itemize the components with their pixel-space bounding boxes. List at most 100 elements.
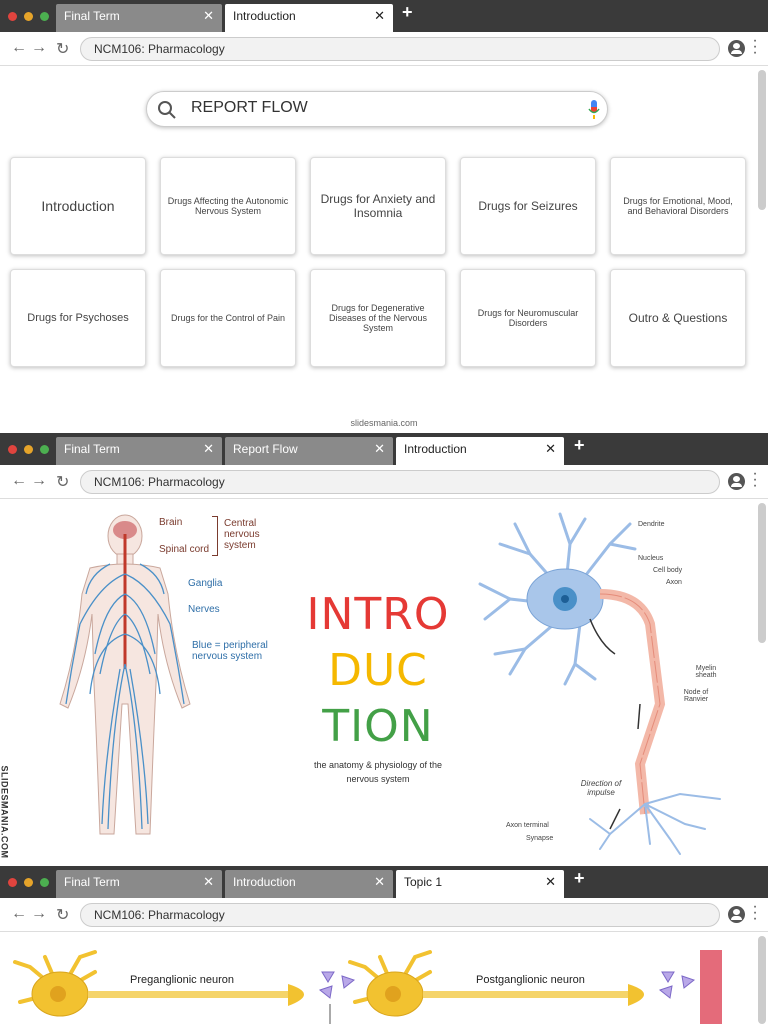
- card-label: Drugs for Seizures: [478, 199, 578, 213]
- address-bar-row: ← → ↻ NCM106: Pharmacology · · ·: [0, 32, 768, 66]
- card-psychoses[interactable]: Drugs for Psychoses: [10, 269, 146, 367]
- watermark: SLIDESMANIA.COM: [0, 765, 10, 859]
- cns-bracket: [212, 516, 218, 556]
- card-anxiety[interactable]: Drugs for Anxiety and Insomnia: [310, 157, 446, 255]
- microphone-icon[interactable]: [588, 100, 600, 120]
- forward-arrow-icon[interactable]: →: [31, 905, 47, 923]
- close-tab-icon[interactable]: ✕: [545, 437, 556, 461]
- minimize-window-icon[interactable]: [24, 445, 33, 454]
- tab-label: Report Flow: [233, 442, 298, 456]
- card-label: Drugs for Anxiety and Insomnia: [320, 192, 436, 220]
- back-arrow-icon[interactable]: ←: [11, 472, 27, 490]
- url-field[interactable]: NCM106: Pharmacology: [80, 470, 720, 494]
- search-bar[interactable]: REPORT FLOW: [146, 91, 608, 127]
- reload-icon[interactable]: ↻: [56, 472, 69, 492]
- label-preganglionic-neuron: Preganglionic neuron: [130, 974, 234, 986]
- card-autonomic[interactable]: Drugs Affecting the Autonomic Nervous Sy…: [160, 157, 296, 255]
- new-tab-icon[interactable]: +: [574, 868, 585, 889]
- label-dendrite: Dendrite: [638, 521, 665, 528]
- tab-introduction[interactable]: Introduction ✕: [396, 437, 564, 465]
- maximize-window-icon[interactable]: [40, 878, 49, 887]
- label-cell-body: Cell body: [653, 567, 683, 574]
- scrollbar-thumb[interactable]: [758, 936, 766, 1024]
- label-synapse: Synapse: [526, 835, 554, 842]
- card-degenerative[interactable]: Drugs for Degenerative Diseases of the N…: [310, 269, 446, 367]
- reload-icon[interactable]: ↻: [56, 905, 69, 925]
- menu-icon[interactable]: · · ·: [752, 33, 758, 61]
- tab-label: Final Term: [64, 875, 120, 889]
- forward-arrow-icon[interactable]: →: [31, 39, 47, 57]
- account-icon[interactable]: [728, 40, 745, 57]
- account-icon[interactable]: [728, 473, 745, 490]
- neuron-figure: [478, 512, 721, 855]
- card-label: Outro & Questions: [628, 311, 728, 325]
- tab-bar: Final Term ✕ Report Flow ✕ Introduction ✕ +: [0, 433, 768, 465]
- label-postganglionic-neuron: Postganglionic neuron: [476, 974, 585, 986]
- new-tab-icon[interactable]: +: [402, 2, 413, 23]
- card-seizures[interactable]: Drugs for Seizures: [460, 157, 596, 255]
- close-tab-icon[interactable]: ✕: [203, 4, 214, 28]
- maximize-window-icon[interactable]: [40, 12, 49, 21]
- scrollbar-thumb[interactable]: [758, 70, 766, 210]
- slide-introduction: Brain Spinal cord Central nervous system…: [0, 499, 768, 866]
- neuron-pathway-figure: [13, 950, 722, 1024]
- tab-final-term[interactable]: Final Term ✕: [56, 870, 222, 898]
- close-tab-icon[interactable]: ✕: [374, 4, 385, 28]
- card-label: Drugs for Degenerative Diseases of the N…: [328, 303, 428, 333]
- label-nucleus: Nucleus: [638, 555, 664, 562]
- reload-icon[interactable]: ↻: [56, 39, 69, 59]
- label-ganglia: Ganglia: [188, 578, 223, 589]
- card-label: Drugs for Neuromuscular Disorders: [477, 308, 579, 328]
- card-introduction[interactable]: Introduction: [10, 157, 146, 255]
- search-text: REPORT FLOW: [191, 99, 308, 116]
- tab-label: Final Term: [64, 442, 120, 456]
- url-field[interactable]: NCM106: Pharmacology: [80, 37, 720, 61]
- tab-introduction[interactable]: Introduction ✕: [225, 4, 393, 32]
- card-pain[interactable]: Drugs for the Control of Pain: [160, 269, 296, 367]
- scrollbar-thumb[interactable]: [758, 503, 766, 643]
- label-direction-of-impulse: Direction of impulse: [580, 779, 622, 797]
- tab-final-term[interactable]: Final Term ✕: [56, 4, 222, 32]
- close-window-icon[interactable]: [8, 12, 17, 21]
- tab-report-flow[interactable]: Report Flow ✕: [225, 437, 393, 465]
- card-emotional[interactable]: Drugs for Emotional, Mood, and Behaviora…: [610, 157, 746, 255]
- back-arrow-icon[interactable]: ←: [11, 905, 27, 923]
- tab-introduction[interactable]: Introduction ✕: [225, 870, 393, 898]
- tab-bar: Final Term ✕ Introduction ✕ +: [0, 0, 768, 32]
- card-label: Drugs Affecting the Autonomic Nervous Sy…: [167, 196, 289, 216]
- tab-bar: Final Term ✕ Introduction ✕ Topic 1 ✕ +: [0, 866, 768, 898]
- nervous-system-body-figure: [59, 514, 191, 835]
- menu-icon[interactable]: · · ·: [752, 466, 758, 494]
- slide-report-flow: REPORT FLOW Introduction Drugs Affecting…: [0, 66, 768, 433]
- account-icon[interactable]: [728, 906, 745, 923]
- close-tab-icon[interactable]: ✕: [545, 870, 556, 894]
- url-field[interactable]: NCM106: Pharmacology: [80, 903, 720, 927]
- back-arrow-icon[interactable]: ←: [11, 39, 27, 57]
- card-outro[interactable]: Outro & Questions: [610, 269, 746, 367]
- tab-label: Introduction: [233, 9, 296, 23]
- label-nerves: Nerves: [188, 604, 220, 615]
- close-tab-icon[interactable]: ✕: [374, 437, 385, 461]
- menu-icon[interactable]: · · ·: [752, 899, 758, 927]
- label-myelin-sheath: Myelin sheath: [695, 665, 717, 679]
- new-tab-icon[interactable]: +: [574, 435, 585, 456]
- card-neuromuscular[interactable]: Drugs for Neuromuscular Disorders: [460, 269, 596, 367]
- card-label: Drugs for the Control of Pain: [170, 313, 286, 323]
- tab-topic-1[interactable]: Topic 1 ✕: [396, 870, 564, 898]
- minimize-window-icon[interactable]: [24, 878, 33, 887]
- label-blue-legend: Blue = peripheral nervous system: [192, 640, 268, 662]
- browser-window-report-flow: Final Term ✕ Introduction ✕ + ← → ↻ NCM106…: [0, 0, 768, 433]
- label-axon-terminal: Axon terminal: [506, 822, 549, 829]
- footer-credit: slidesmania.com: [350, 418, 418, 428]
- address-bar-row: ← → ↻ NCM106: Pharmacology · · ·: [0, 898, 768, 932]
- close-tab-icon[interactable]: ✕: [203, 870, 214, 894]
- close-window-icon[interactable]: [8, 878, 17, 887]
- maximize-window-icon[interactable]: [40, 445, 49, 454]
- close-tab-icon[interactable]: ✕: [374, 870, 385, 894]
- minimize-window-icon[interactable]: [24, 12, 33, 21]
- close-tab-icon[interactable]: ✕: [203, 437, 214, 461]
- address-bar-row: ← → ↻ NCM106: Pharmacology · · ·: [0, 465, 768, 499]
- forward-arrow-icon[interactable]: →: [31, 472, 47, 490]
- close-window-icon[interactable]: [8, 445, 17, 454]
- tab-final-term[interactable]: Final Term ✕: [56, 437, 222, 465]
